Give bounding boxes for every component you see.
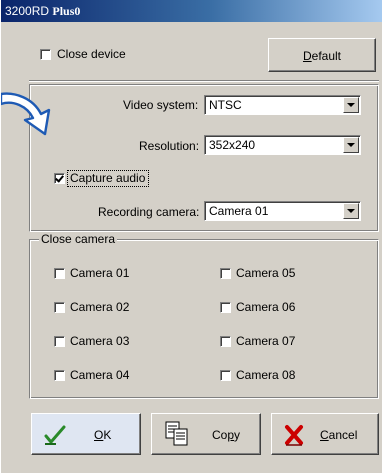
x-icon <box>284 424 304 449</box>
recording-camera-select[interactable]: Camera 01 <box>204 201 361 221</box>
close-device-label: Close device <box>57 47 126 61</box>
camera-01-checkbox[interactable] <box>54 268 65 279</box>
checkmark-icon <box>44 424 66 449</box>
default-button-label: Default <box>302 49 342 63</box>
camera-03-label: Camera 03 <box>70 334 130 348</box>
camera-06-checkbox[interactable] <box>220 302 231 313</box>
resolution-value: 352x240 <box>209 138 256 152</box>
ok-button[interactable]: OK <box>31 413 141 455</box>
camera-08-checkbox[interactable] <box>220 370 231 381</box>
capture-audio-checkbox[interactable] <box>54 173 65 184</box>
camera-02-checkbox[interactable] <box>54 302 65 313</box>
camera-08-label: Camera 08 <box>236 368 296 382</box>
close-camera-group-label: Close camera <box>39 232 118 246</box>
camera-05-checkbox[interactable] <box>220 268 231 279</box>
camera-04-checkbox[interactable] <box>54 370 65 381</box>
copy-button[interactable]: Copy <box>151 413 261 455</box>
camera-07-label: Camera 07 <box>236 334 296 348</box>
cancel-button[interactable]: Cancel <box>271 413 379 455</box>
video-system-select[interactable]: NTSC <box>204 95 361 115</box>
camera-06-label: Camera 06 <box>236 300 296 314</box>
resolution-label: Resolution: <box>139 139 200 153</box>
cancel-button-label: Cancel <box>320 428 358 442</box>
title-prefix: 3200RD <box>5 4 50 18</box>
recording-camera-label: Recording camera: <box>98 205 200 219</box>
video-system-value: NTSC <box>209 98 242 112</box>
chevron-down-icon[interactable] <box>343 97 359 113</box>
camera-05-label: Camera 05 <box>236 266 296 280</box>
chevron-down-icon[interactable] <box>343 137 359 153</box>
top-separator <box>29 80 379 82</box>
camera-02-label: Camera 02 <box>70 300 130 314</box>
copy-icon <box>164 420 190 451</box>
dialog-window: 3200RD Plus0 Close device Default Video … <box>0 0 382 473</box>
curved-arrow-icon <box>0 90 61 142</box>
copy-button-label: Copy <box>212 428 241 442</box>
recording-camera-value: Camera 01 <box>209 204 269 218</box>
title-bold: Plus0 <box>52 4 81 18</box>
camera-01-label: Camera 01 <box>70 266 130 280</box>
title-bar: 3200RD Plus0 <box>1 0 382 22</box>
chevron-down-icon[interactable] <box>343 203 359 219</box>
video-system-label: Video system: <box>123 98 199 112</box>
capture-audio-label[interactable]: Capture audio <box>70 171 145 185</box>
resolution-select[interactable]: 352x240 <box>204 135 361 155</box>
camera-07-checkbox[interactable] <box>220 336 231 347</box>
ok-button-label: OK <box>94 428 112 442</box>
camera-03-checkbox[interactable] <box>54 336 65 347</box>
close-device-checkbox[interactable] <box>40 49 51 60</box>
default-button[interactable]: Default <box>268 38 376 72</box>
camera-04-label: Camera 04 <box>70 368 130 382</box>
